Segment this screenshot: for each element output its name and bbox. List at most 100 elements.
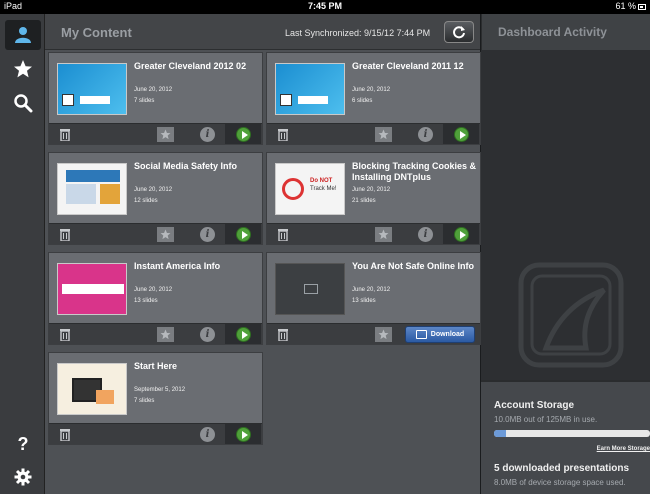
play-button[interactable] [225, 224, 261, 244]
play-icon [235, 326, 251, 342]
question-icon: ? [18, 434, 29, 453]
favorite-button[interactable] [375, 327, 392, 342]
star-icon [160, 129, 171, 140]
presentation-slide-count: 6 slides [352, 98, 373, 104]
sidebar-item-search[interactable] [5, 88, 41, 118]
play-button[interactable] [225, 124, 261, 144]
presentation-card[interactable]: Instant America Info June 20, 2012 13 sl… [48, 252, 263, 345]
trash-icon[interactable] [59, 428, 71, 441]
card-action-bar: i [49, 123, 262, 144]
download-button[interactable]: Download [405, 326, 475, 343]
sidebar-item-help[interactable]: ? [5, 428, 41, 458]
battery-indicator: 61 % [615, 1, 646, 11]
presentation-thumbnail[interactable] [57, 163, 127, 215]
content-header: My Content Last Synchronized: 9/15/12 7:… [45, 14, 480, 50]
presentation-card[interactable]: You Are Not Safe Online Info June 20, 20… [266, 252, 481, 345]
trash-icon[interactable] [59, 228, 71, 241]
card-action-bar: i [49, 223, 262, 244]
clock: 7:45 PM [307, 1, 342, 11]
play-button[interactable] [443, 124, 479, 144]
dashboard-title: Dashboard Activity [498, 25, 607, 39]
gear-icon [14, 468, 32, 486]
play-icon [453, 126, 469, 142]
play-button[interactable] [225, 324, 261, 344]
presentation-slide-count: 21 slides [352, 198, 376, 204]
info-button[interactable]: i [200, 127, 215, 142]
presentation-title: Blocking Tracking Cookies & Installing D… [352, 161, 477, 182]
favorite-button[interactable] [157, 127, 174, 142]
presentation-title: You Are Not Safe Online Info [352, 261, 475, 271]
card-action-bar: i [267, 223, 480, 244]
page-title: My Content [61, 25, 132, 40]
presentation-card[interactable]: Start Here September 5, 2012 7 slides i [48, 352, 263, 445]
play-icon [235, 126, 251, 142]
sync-button[interactable] [444, 21, 474, 43]
trash-icon[interactable] [277, 228, 289, 241]
storage-progress-bar [494, 430, 650, 437]
presentation-title: Start Here [134, 361, 178, 371]
presentation-title: Instant America Info [134, 261, 221, 271]
play-icon [235, 226, 251, 242]
favorite-button[interactable] [375, 227, 392, 242]
presentation-thumbnail[interactable] [57, 63, 127, 115]
play-button[interactable] [225, 424, 261, 444]
battery-percent: 61 % [615, 1, 636, 11]
search-icon [14, 94, 33, 113]
star-icon [378, 229, 389, 240]
sidebar-item-settings[interactable] [5, 462, 41, 492]
star-icon [160, 329, 171, 340]
presentation-card[interactable]: Greater Cleveland 2011 12 June 20, 2012 … [266, 52, 481, 145]
account-storage-title: Account Storage [494, 400, 575, 411]
favorite-button[interactable] [375, 127, 392, 142]
presentation-date: September 5, 2012 [134, 387, 186, 393]
favorite-button[interactable] [157, 227, 174, 242]
presentation-thumbnail[interactable] [57, 363, 127, 415]
info-button[interactable]: i [418, 227, 433, 242]
presentation-card[interactable]: Greater Cleveland 2012 02 June 20, 2012 … [48, 52, 263, 145]
downloaded-presentations-count: 5 downloaded presentations [494, 463, 630, 474]
info-button[interactable]: i [200, 427, 215, 442]
presentation-slide-count: 12 slides [134, 198, 158, 204]
star-icon [378, 329, 389, 340]
svg-text:?: ? [18, 434, 29, 453]
device-storage-usage: 8.0MB of device storage space used. [494, 478, 626, 487]
card-action-bar: i [267, 123, 480, 144]
trash-icon[interactable] [59, 128, 71, 141]
trash-icon[interactable] [277, 328, 289, 341]
info-button[interactable]: i [418, 127, 433, 142]
presentation-slide-count: 7 slides [134, 398, 155, 404]
battery-icon [638, 3, 646, 10]
presentation-card[interactable]: Do NOT Track Me! Blocking Tracking Cooki… [266, 152, 481, 245]
presentation-thumbnail[interactable] [275, 63, 345, 115]
person-icon [15, 27, 31, 43]
presentation-date: June 20, 2012 [134, 87, 173, 93]
play-button[interactable] [443, 224, 479, 244]
play-icon [235, 426, 251, 442]
info-button[interactable]: i [200, 327, 215, 342]
presentation-date: June 20, 2012 [134, 287, 173, 293]
presentation-thumbnail[interactable] [275, 263, 345, 315]
earn-more-storage-link[interactable]: Earn More Storage [597, 446, 650, 452]
presentation-date: June 20, 2012 [134, 187, 173, 193]
card-action-bar: Download [267, 323, 480, 344]
download-icon [415, 330, 427, 339]
storage-panel: Account Storage 10.0MB out of 125MB in u… [481, 380, 650, 494]
dashboard-activity-panel [481, 50, 650, 380]
presentation-card[interactable]: Social Media Safety Info June 20, 2012 1… [48, 152, 263, 245]
sidebar-item-my-content[interactable] [5, 20, 41, 50]
star-icon [378, 129, 389, 140]
dashboard-header: Dashboard Activity [481, 14, 650, 50]
presentation-thumbnail[interactable]: Do NOT Track Me! [275, 163, 345, 215]
play-icon [453, 226, 469, 242]
account-storage-usage: 10.0MB out of 125MB in use. [494, 415, 598, 424]
download-label: Download [430, 331, 465, 338]
trash-icon[interactable] [59, 328, 71, 341]
favorite-button[interactable] [157, 327, 174, 342]
sidebar-item-favorites[interactable] [5, 54, 41, 84]
trash-icon[interactable] [277, 128, 289, 141]
presentation-title: Social Media Safety Info [134, 161, 238, 171]
presentation-date: June 20, 2012 [352, 87, 391, 93]
presentation-slide-count: 13 slides [352, 298, 376, 304]
info-button[interactable]: i [200, 227, 215, 242]
presentation-thumbnail[interactable] [57, 263, 127, 315]
